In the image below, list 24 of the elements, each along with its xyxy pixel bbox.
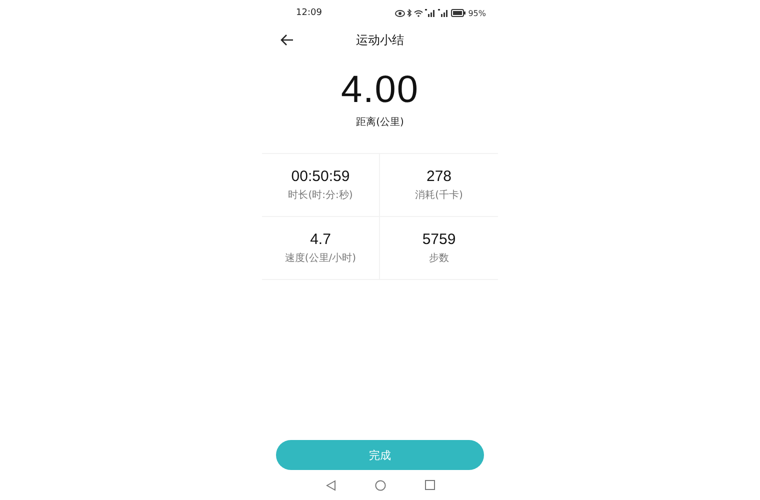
stat-label: 步数 xyxy=(429,252,449,265)
distance-value: 4.00 xyxy=(341,68,419,112)
stat-value: 4.7 xyxy=(310,231,331,248)
signal-icon xyxy=(425,9,436,17)
stat-label: 时长(时:分:秒) xyxy=(288,188,353,202)
wifi-icon xyxy=(414,10,424,16)
back-nav-icon[interactable] xyxy=(326,480,336,490)
status-time: 12:09 xyxy=(296,8,322,18)
page-title: 运动小结 xyxy=(356,32,404,48)
signal-icon xyxy=(438,9,450,17)
stat-label: 速度(公里/小时) xyxy=(284,252,356,265)
back-arrow-icon[interactable] xyxy=(280,34,294,46)
distance-label: 距离(公里) xyxy=(356,116,404,129)
recent-apps-icon[interactable] xyxy=(424,480,434,490)
stat-value: 278 xyxy=(426,168,452,185)
battery-level: 95% xyxy=(468,8,486,18)
stat-value: 00:50:59 xyxy=(291,168,350,185)
home-nav-icon[interactable] xyxy=(374,480,386,490)
stat-value: 5759 xyxy=(422,231,456,248)
stat-label: 消耗(千卡) xyxy=(415,188,463,202)
bluetooth-icon xyxy=(407,9,412,17)
eye-icon xyxy=(395,10,406,16)
done-button[interactable]: 完成 xyxy=(276,440,484,470)
battery-icon xyxy=(451,9,466,17)
